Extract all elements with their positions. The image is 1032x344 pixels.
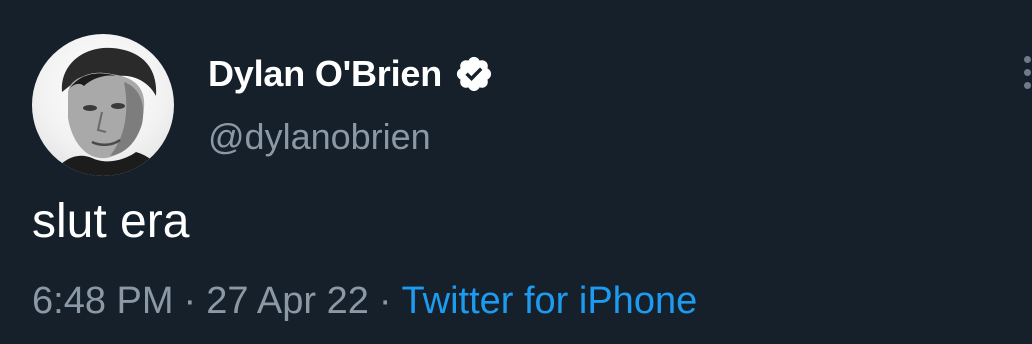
tweet-text: slut era — [32, 195, 190, 248]
meta-separator: · — [378, 280, 392, 322]
meta-separator: · — [183, 280, 197, 322]
display-name[interactable]: Dylan O'Brien — [208, 53, 442, 95]
author-row: Dylan O'Brien — [208, 50, 494, 98]
tweet-card: Dylan O'Brien @dylanobrien slut era 6:48… — [0, 0, 1032, 344]
tweet-time[interactable]: 6:48 PM — [32, 280, 174, 322]
tweet-source-link[interactable]: Twitter for iPhone — [402, 280, 698, 322]
verified-badge-icon — [454, 54, 494, 94]
user-handle[interactable]: @dylanobrien — [208, 116, 431, 158]
avatar-photo — [52, 47, 166, 176]
tweet-date[interactable]: 27 Apr 22 — [206, 280, 369, 322]
avatar[interactable] — [32, 34, 174, 176]
more-options-icon[interactable] — [1018, 56, 1032, 102]
tweet-meta: 6:48 PM · 27 Apr 22 · Twitter for iPhone — [32, 280, 697, 323]
